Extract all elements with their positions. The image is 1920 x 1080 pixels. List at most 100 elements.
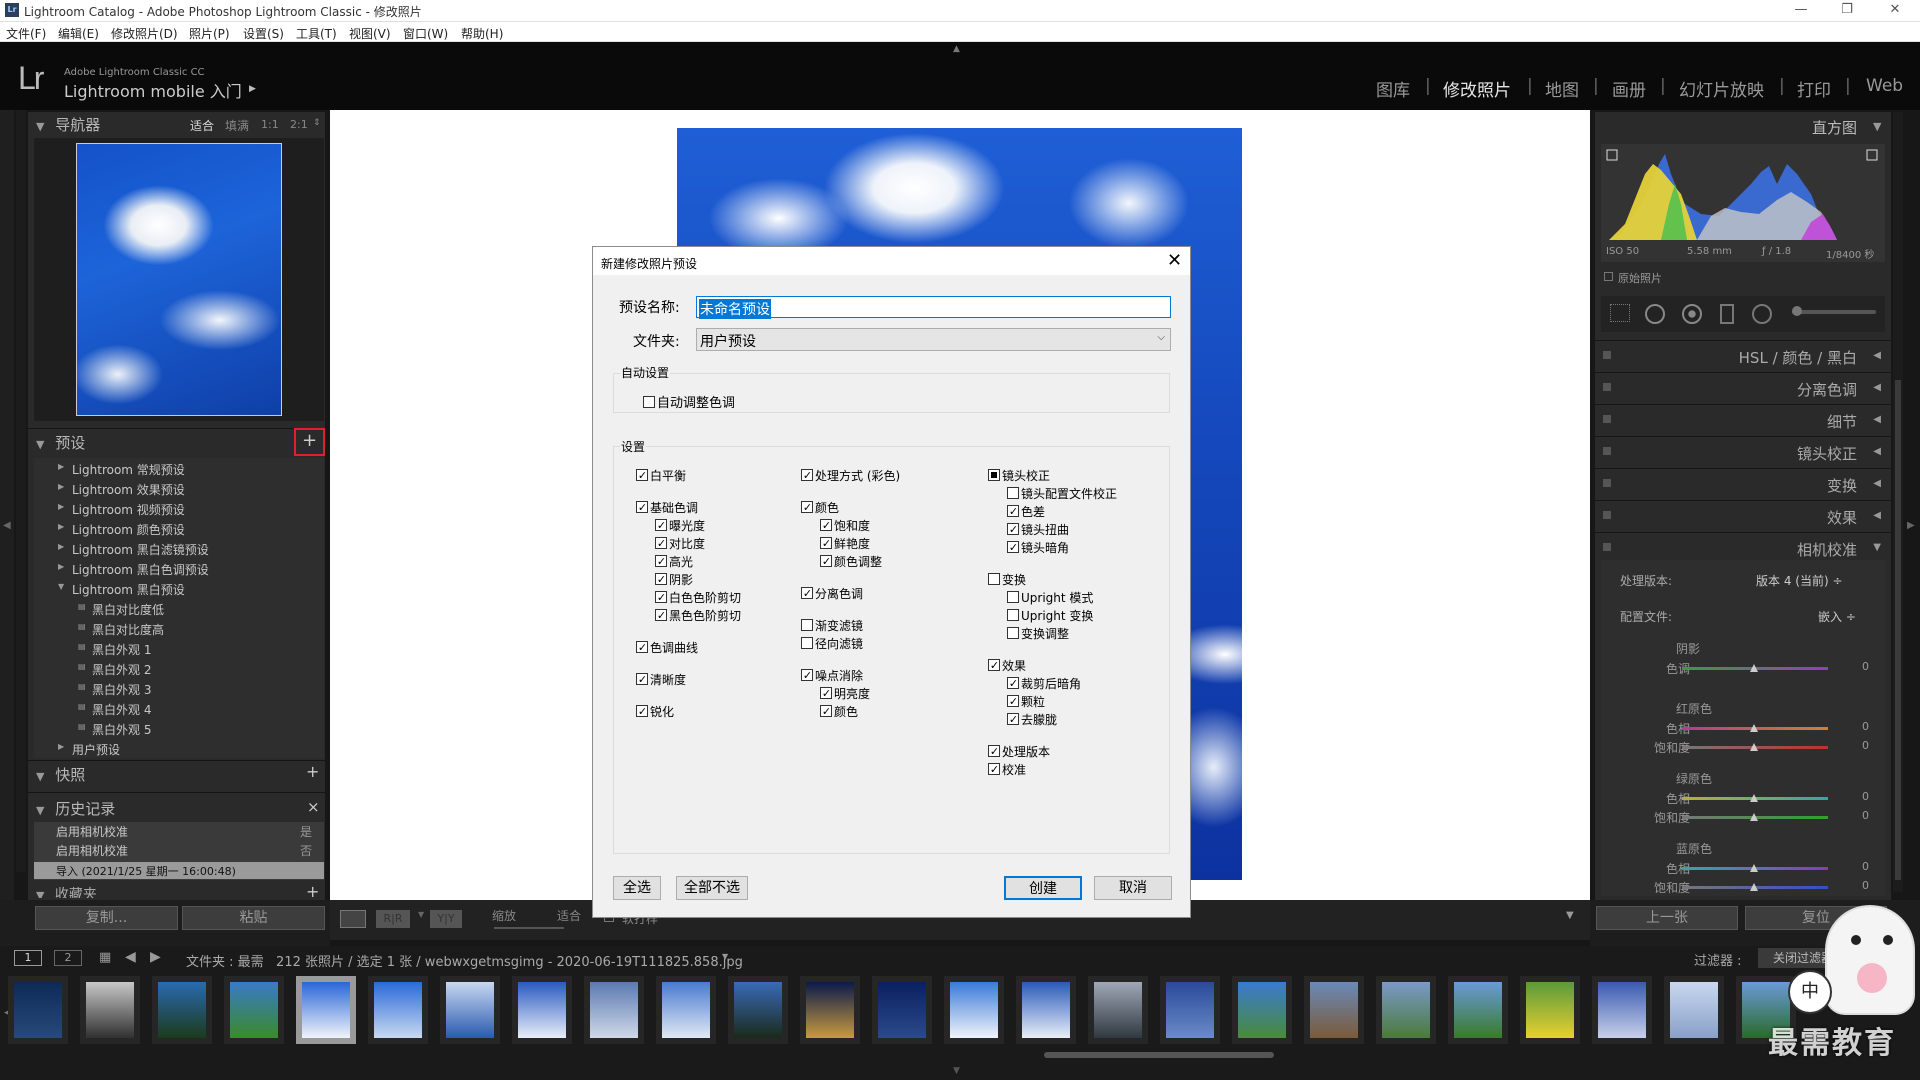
histogram-title[interactable]: 直方图 bbox=[1812, 117, 1857, 138]
setting-checkbox[interactable]: 曝光度 bbox=[655, 517, 705, 534]
before-after-button[interactable]: R|R bbox=[376, 910, 410, 928]
panel-header-3[interactable]: 镜头校正 ◀ bbox=[1595, 436, 1891, 466]
setting-checkbox[interactable]: 效果 bbox=[988, 657, 1026, 674]
filmstrip-thumbnail[interactable] bbox=[662, 982, 710, 1038]
filmstrip-thumbnail[interactable] bbox=[86, 982, 134, 1038]
setting-checkbox[interactable]: 明亮度 bbox=[820, 685, 870, 702]
module-print[interactable]: 打印 bbox=[1797, 76, 1831, 101]
zoom-1to1[interactable]: 1:1 bbox=[261, 118, 279, 131]
filmstrip-thumbnail[interactable] bbox=[1022, 982, 1070, 1038]
filmstrip-thumbnail[interactable] bbox=[1454, 982, 1502, 1038]
panel-switch-icon[interactable] bbox=[1603, 351, 1611, 359]
preset-item[interactable]: ▤ 黑白外观 3 bbox=[40, 679, 320, 698]
setting-checkbox[interactable]: 颗粒 bbox=[1007, 693, 1045, 710]
zoom-slider[interactable] bbox=[494, 927, 564, 929]
setting-checkbox[interactable]: 处理方式 (彩色) bbox=[801, 467, 900, 484]
filmstrip-thumbnail[interactable] bbox=[374, 982, 422, 1038]
filmstrip-thumbnail[interactable] bbox=[878, 982, 926, 1038]
close-window-button[interactable]: ✕ bbox=[1880, 2, 1910, 17]
navigator-header[interactable]: ▼ 导航器 bbox=[36, 114, 100, 138]
panel-header-4[interactable]: 变换 ◀ bbox=[1595, 468, 1891, 498]
preset-item[interactable]: ▤ 黑白外观 4 bbox=[40, 699, 320, 718]
history-row-selected[interactable]: 导入 (2021/1/25 星期一 16:00:48) bbox=[34, 862, 324, 879]
presets-header[interactable]: ▼ 预设 bbox=[36, 432, 85, 456]
add-snapshot-button[interactable]: + bbox=[306, 762, 319, 781]
zoom-2to1[interactable]: 2:1 bbox=[290, 118, 308, 131]
setting-checkbox[interactable]: 镜头配置文件校正 bbox=[1007, 485, 1117, 502]
menu-file[interactable]: 文件(F) bbox=[6, 25, 46, 42]
histogram[interactable] bbox=[1601, 144, 1885, 262]
slider-thumb[interactable] bbox=[1750, 664, 1758, 672]
setting-checkbox[interactable]: 校准 bbox=[988, 761, 1026, 778]
setting-checkbox[interactable]: 对比度 bbox=[655, 535, 705, 552]
preset-item[interactable]: ▤ 黑白外观 1 bbox=[40, 639, 320, 658]
panel-header-6[interactable]: 相机校准 ▼ bbox=[1595, 532, 1891, 562]
setting-checkbox[interactable]: 渐变滤镜 bbox=[801, 617, 863, 634]
radial-filter-icon[interactable] bbox=[1752, 304, 1772, 324]
panel-switch-icon[interactable] bbox=[1603, 479, 1611, 487]
setting-checkbox[interactable]: 颜色 bbox=[801, 499, 839, 516]
slider-thumb[interactable] bbox=[1750, 724, 1758, 732]
module-library[interactable]: 图库 bbox=[1376, 76, 1410, 101]
profile-select[interactable]: 嵌入 ÷ bbox=[1818, 608, 1856, 625]
filmstrip-thumbnail[interactable] bbox=[1670, 982, 1718, 1038]
brush-tool-slider[interactable] bbox=[1792, 310, 1876, 314]
add-preset-button[interactable]: + bbox=[294, 428, 325, 456]
zoom-fit[interactable]: 适合 bbox=[190, 117, 214, 134]
menu-help[interactable]: 帮助(H) bbox=[461, 25, 503, 42]
preset-group[interactable]: ▶ Lightroom 效果预设 bbox=[40, 479, 320, 498]
cancel-button[interactable]: 取消 bbox=[1094, 876, 1172, 900]
setting-checkbox[interactable]: 镜头暗角 bbox=[1007, 539, 1069, 556]
window-2-button[interactable]: 2 bbox=[54, 950, 82, 966]
collapsed-triangle-icon[interactable]: ◀ bbox=[1873, 382, 1881, 393]
forward-arrow-icon[interactable]: ▶ bbox=[150, 949, 161, 965]
preset-group-open[interactable]: ▼ Lightroom 黑白预设 bbox=[40, 579, 320, 598]
collapse-triangle-icon[interactable]: ▼ bbox=[1873, 120, 1881, 133]
collapsed-triangle-icon[interactable]: ◀ bbox=[1873, 478, 1881, 489]
auto-tone-checkbox[interactable]: 自动调整色调 bbox=[643, 392, 735, 411]
bottom-panel-collapse-icon[interactable]: ▼ bbox=[953, 1066, 960, 1076]
grid-view-icon[interactable]: ▦ bbox=[99, 950, 111, 965]
setting-checkbox[interactable]: 鲜艳度 bbox=[820, 535, 870, 552]
clear-history-button[interactable]: × bbox=[307, 798, 320, 816]
right-panel-toggle-icon[interactable]: ▶ bbox=[1907, 520, 1915, 531]
crop-tool-icon[interactable] bbox=[1610, 304, 1630, 322]
back-arrow-icon[interactable]: ◀ bbox=[125, 949, 136, 965]
setting-checkbox[interactable]: 去朦胧 bbox=[1007, 711, 1057, 728]
filmstrip-thumbnail[interactable] bbox=[734, 982, 782, 1038]
filmstrip-thumbnail[interactable] bbox=[1526, 982, 1574, 1038]
slider-thumb[interactable] bbox=[1750, 864, 1758, 872]
filmstrip-thumbnail[interactable] bbox=[302, 982, 350, 1038]
setting-checkbox[interactable]: 白色色阶剪切 bbox=[655, 589, 741, 606]
setting-checkbox[interactable]: 清晰度 bbox=[636, 671, 686, 688]
panel-switch-icon[interactable] bbox=[1603, 383, 1611, 391]
slider-thumb[interactable] bbox=[1750, 743, 1758, 751]
collapsed-triangle-icon[interactable]: ◀ bbox=[1873, 350, 1881, 361]
preset-group[interactable]: ▶ Lightroom 视频预设 bbox=[40, 499, 320, 518]
module-book[interactable]: 画册 bbox=[1612, 76, 1646, 101]
top-panel-collapse-icon[interactable]: ▲ bbox=[953, 44, 960, 54]
filmstrip-thumbnail[interactable] bbox=[1598, 982, 1646, 1038]
filmstrip-thumbnail[interactable] bbox=[1094, 982, 1142, 1038]
spot-removal-icon[interactable] bbox=[1645, 304, 1665, 324]
preset-group[interactable]: ▶ Lightroom 黑白滤镜预设 bbox=[40, 539, 320, 558]
menu-photo[interactable]: 照片(P) bbox=[189, 25, 230, 42]
setting-checkbox[interactable]: 色调曲线 bbox=[636, 639, 698, 656]
panel-header-1[interactable]: 分离色调 ◀ bbox=[1595, 372, 1891, 402]
setting-checkbox[interactable]: 阴影 bbox=[655, 571, 693, 588]
filmstrip-thumbnail[interactable] bbox=[1310, 982, 1358, 1038]
preset-group-user[interactable]: ▶ 用户预设 bbox=[40, 739, 320, 758]
module-map[interactable]: 地图 bbox=[1545, 76, 1579, 101]
left-scrollbar[interactable] bbox=[16, 110, 26, 872]
history-header[interactable]: ▼ 历史记录 bbox=[36, 798, 115, 822]
history-row[interactable]: 启用相机校准 是 bbox=[34, 821, 324, 839]
loupe-view-button[interactable] bbox=[340, 910, 366, 928]
paste-button[interactable]: 粘贴 bbox=[182, 906, 325, 930]
filmstrip-thumbnail[interactable] bbox=[518, 982, 566, 1038]
slider-thumb[interactable] bbox=[1750, 883, 1758, 891]
menu-tools[interactable]: 工具(T) bbox=[296, 25, 337, 42]
menu-window[interactable]: 窗口(W) bbox=[403, 25, 448, 42]
setting-checkbox[interactable]: 颜色调整 bbox=[820, 553, 882, 570]
slider-thumb[interactable] bbox=[1750, 813, 1758, 821]
module-develop[interactable]: 修改照片 bbox=[1443, 76, 1511, 101]
